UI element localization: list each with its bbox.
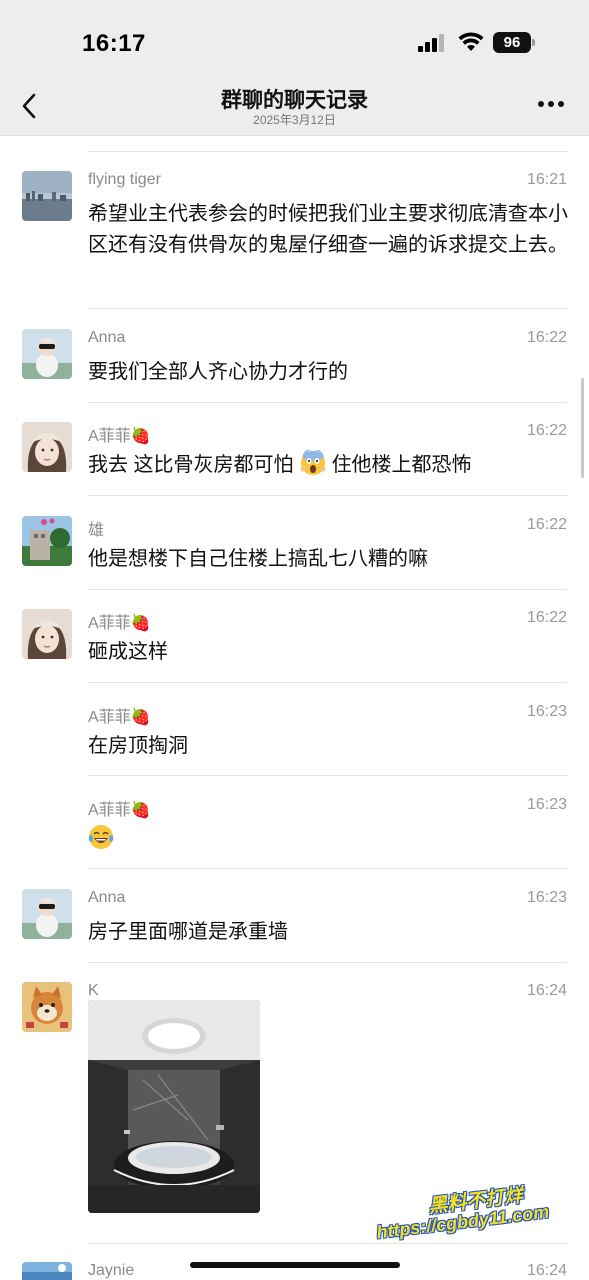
message-time: 16:21	[526, 171, 567, 188]
chat-message[interactable]: A菲菲🍓 16:22 我去 这比骨灰房都可怕 住他楼上都恐怖	[0, 422, 589, 492]
sender-name: A菲菲🍓	[88, 709, 151, 726]
status-time: 16:17	[82, 30, 146, 57]
screaming-face-emoji-icon	[299, 450, 326, 475]
chat-message[interactable]: 雄 16:22 他是想楼下自己住楼上搞乱七八糟的嘛	[0, 516, 589, 586]
battery-level: 96	[493, 32, 531, 53]
message-text: 房子里面哪道是承重墙	[88, 921, 288, 943]
message-time: 16:22	[526, 422, 567, 439]
message-text: 在房顶掏洞	[88, 735, 188, 757]
watermark: 黑料不打烊 https://cgbdy11.com	[375, 1185, 586, 1256]
wifi-icon	[458, 32, 484, 51]
divider	[88, 868, 567, 869]
sender-name: A菲菲🍓	[88, 802, 151, 819]
divider	[88, 151, 567, 152]
message-text: 我去 这比骨灰房都可怕 住他楼上都恐怖	[88, 450, 570, 481]
page-title: 群聊的聊天记录	[221, 89, 368, 112]
message-time: 16:23	[526, 889, 567, 906]
message-text: 砸成这样	[88, 641, 168, 663]
battery-indicator: 96	[493, 32, 535, 53]
divider	[88, 775, 567, 776]
message-time: 16:23	[526, 796, 567, 813]
chat-message[interactable]: A菲菲🍓 16:22 砸成这样	[0, 609, 589, 679]
message-text	[88, 824, 570, 855]
message-time: 16:24	[526, 1262, 567, 1279]
avatar[interactable]	[22, 1262, 72, 1280]
message-text-part: 住他楼上都恐怖	[331, 454, 472, 476]
scrollbar[interactable]	[581, 378, 584, 478]
sender-name: Anna	[88, 889, 126, 906]
cellular-signal-icon	[418, 34, 444, 52]
message-text: 希望业主代表参会的时候把我们业主要求彻底清查本小区还有没有供骨灰的鬼屋仔细查一遍…	[88, 203, 568, 256]
divider	[88, 589, 567, 590]
sender-name: K	[88, 982, 99, 999]
avatar[interactable]	[22, 889, 72, 939]
divider	[88, 402, 567, 403]
chat-message[interactable]: Anna 16:23 房子里面哪道是承重墙	[0, 889, 589, 959]
message-text: 要我们全部人齐心协力才行的	[88, 361, 348, 383]
sender-name: A菲菲🍓	[88, 428, 151, 445]
message-text-part: 我去 这比骨灰房都可怕	[88, 454, 294, 476]
sender-name: Jaynie	[88, 1262, 135, 1279]
avatar[interactable]	[22, 422, 72, 472]
avatar[interactable]	[22, 982, 72, 1032]
avatar[interactable]	[22, 609, 72, 659]
avatar[interactable]	[22, 516, 72, 566]
message-time: 16:23	[526, 703, 567, 720]
message-time: 16:22	[526, 516, 567, 533]
chat-message[interactable]: Anna 16:22 要我们全部人齐心协力才行的	[0, 329, 589, 399]
chat-message[interactable]: A菲菲🍓 16:23 在房顶掏洞	[0, 703, 589, 773]
message-time: 16:22	[526, 329, 567, 346]
sender-name: 雄	[88, 522, 105, 539]
message-time: 16:24	[526, 982, 567, 999]
bathroom-photo-image[interactable]	[88, 1000, 260, 1213]
battery-cap	[532, 39, 535, 46]
sender-name: flying tiger	[88, 171, 161, 188]
message-text: 他是想楼下自己住楼上搞乱七八糟的嘛	[88, 548, 428, 570]
chat-message[interactable]: A菲菲🍓 16:23	[0, 796, 589, 866]
page-subtitle-date: 2025年3月12日	[253, 113, 336, 127]
more-dots-icon[interactable]	[537, 99, 565, 109]
home-indicator[interactable]	[190, 1262, 400, 1268]
chat-message[interactable]: flying tiger 16:21 希望业主代表参会的时候把我们业主要求彻底清…	[0, 171, 589, 311]
tears-of-joy-emoji-icon	[88, 825, 114, 849]
divider	[88, 308, 567, 309]
divider	[88, 962, 567, 963]
sender-name: A菲菲🍓	[88, 615, 151, 632]
nav-bar: 群聊的聊天记录 2025年3月12日	[0, 80, 589, 136]
avatar[interactable]	[22, 329, 72, 379]
divider	[88, 495, 567, 496]
message-time: 16:22	[526, 609, 567, 626]
avatar[interactable]	[22, 171, 72, 221]
status-bar: 16:17 96	[0, 0, 589, 80]
sender-name: Anna	[88, 329, 126, 346]
divider	[88, 682, 567, 683]
